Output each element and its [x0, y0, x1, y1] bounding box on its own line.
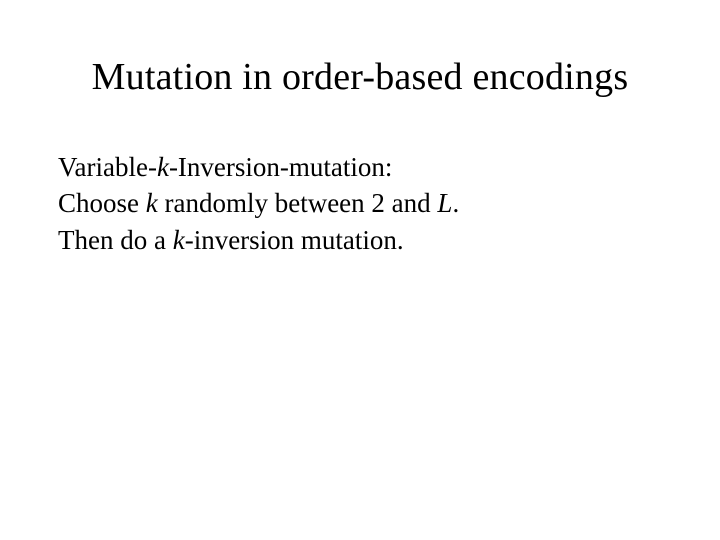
line2-L-italic: L	[437, 188, 452, 218]
slide-container: Mutation in order-based encodings Variab…	[0, 0, 720, 540]
slide-title: Mutation in order-based encodings	[50, 55, 670, 99]
line1-pre: Variable-	[58, 152, 157, 182]
line3-pre: Then do a	[58, 225, 173, 255]
line2-pre: Choose	[58, 188, 146, 218]
body-line-3: Then do a k-inversion mutation.	[58, 222, 670, 258]
line3-k-italic: k	[173, 225, 185, 255]
line3-post: -inversion mutation.	[185, 225, 404, 255]
body-line-2: Choose k randomly between 2 and L.	[58, 185, 670, 221]
line1-k-italic: k	[157, 152, 169, 182]
line2-mid: randomly between 2 and	[158, 188, 438, 218]
slide-body: Variable-k-Inversion-mutation: Choose k …	[50, 149, 670, 258]
line1-post: -Inversion-mutation:	[169, 152, 392, 182]
body-line-1: Variable-k-Inversion-mutation:	[58, 149, 670, 185]
line2-post: .	[452, 188, 459, 218]
line2-k-italic: k	[146, 188, 158, 218]
